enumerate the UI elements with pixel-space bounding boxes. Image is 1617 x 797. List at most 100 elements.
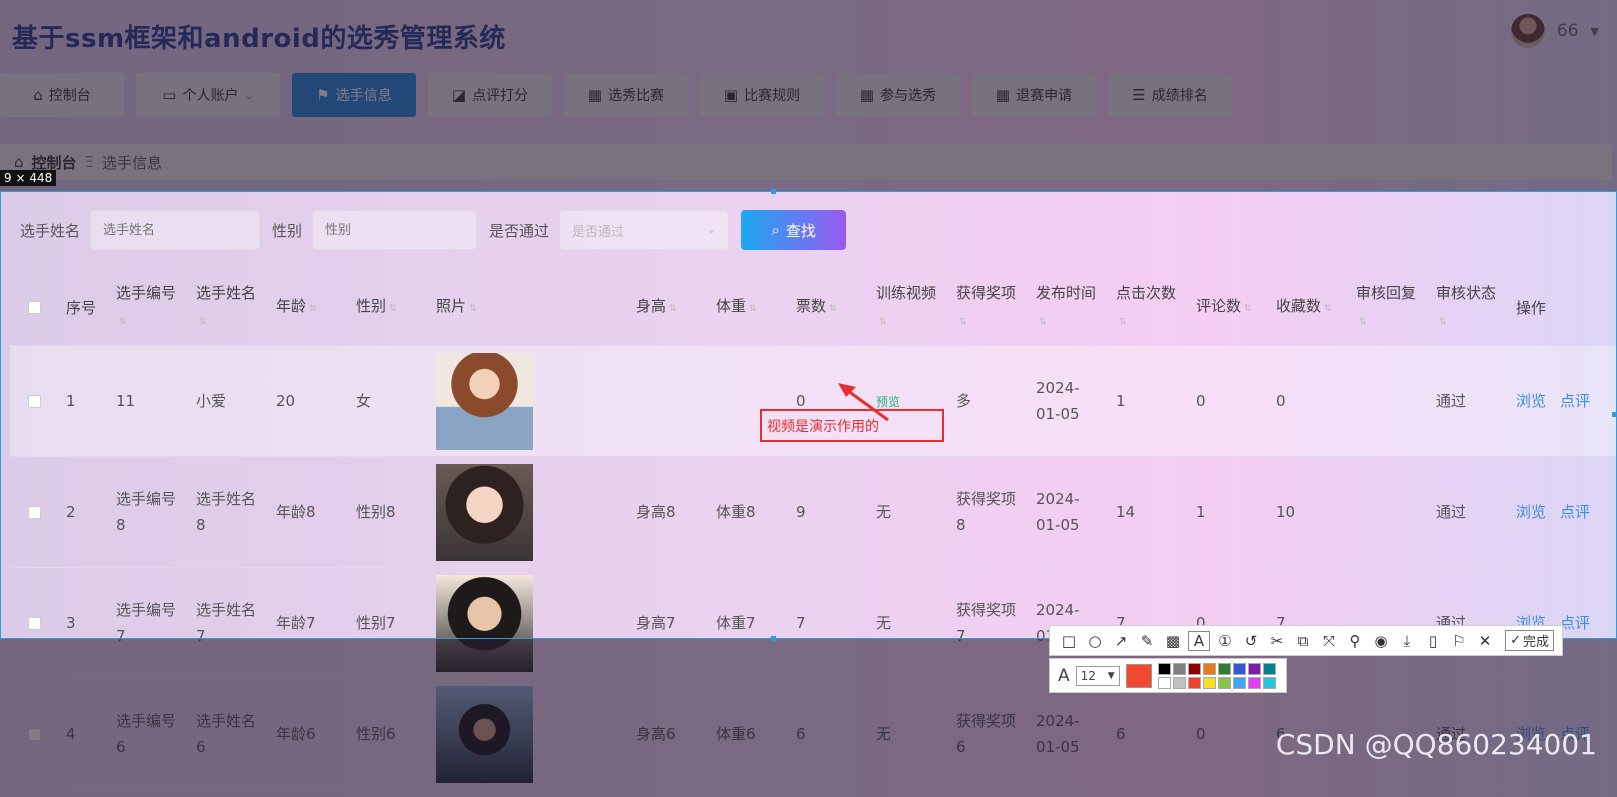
download-icon[interactable]: ⤓ xyxy=(1396,632,1418,650)
header-code[interactable]: 选手编号 ⇅ xyxy=(108,280,188,335)
header-height[interactable]: 身高 ⇅ xyxy=(628,293,708,322)
current-color-swatch[interactable] xyxy=(1125,663,1152,688)
row-checkbox[interactable] xyxy=(27,505,41,519)
circle-icon[interactable]: ○ xyxy=(1084,632,1106,650)
header-sex[interactable]: 性别 ⇅ xyxy=(348,293,428,322)
user-menu[interactable]: 66 ▼ xyxy=(1510,14,1599,48)
header-time[interactable]: 发布时间 ⇅ xyxy=(1028,280,1108,335)
color-swatch[interactable] xyxy=(1187,676,1201,689)
color-swatch[interactable] xyxy=(1232,676,1246,689)
bookmark-icon[interactable]: ⚐ xyxy=(1448,632,1470,650)
pin-icon[interactable]: ⚲ xyxy=(1344,632,1366,650)
nav-item-contestants[interactable]: ⚑ 选手信息 xyxy=(292,73,416,117)
header-name[interactable]: 选手姓名 ⇅ xyxy=(188,280,268,335)
rectangle-icon[interactable]: □ xyxy=(1058,632,1080,650)
row-checkbox[interactable] xyxy=(27,394,41,408)
color-swatch[interactable] xyxy=(1247,676,1261,689)
mosaic-icon[interactable]: ▩ xyxy=(1162,632,1184,650)
color-swatch[interactable] xyxy=(1187,662,1201,675)
color-swatch[interactable] xyxy=(1247,662,1261,675)
header-award[interactable]: 获得奖项 ⇅ xyxy=(948,280,1028,335)
cell-photo xyxy=(428,352,628,450)
cell-age: 年龄8 xyxy=(276,503,316,521)
color-swatch[interactable] xyxy=(1202,662,1216,675)
color-swatch[interactable] xyxy=(1232,662,1246,675)
color-swatch[interactable] xyxy=(1217,662,1231,675)
cell-no: 1 xyxy=(66,392,76,410)
color-swatch[interactable] xyxy=(1157,662,1171,675)
row-checkbox[interactable] xyxy=(27,727,41,741)
cell-time: 2024-01-05 xyxy=(1036,490,1080,534)
review-button[interactable]: 点评 xyxy=(1560,610,1590,636)
sort-icon: ⇅ xyxy=(309,304,317,314)
selection-handle[interactable] xyxy=(771,189,776,194)
header-weight[interactable]: 体重 ⇅ xyxy=(708,293,788,322)
record-icon[interactable]: ◉ xyxy=(1370,632,1392,650)
header-label: 选手姓名 xyxy=(196,284,257,302)
search-button-label: 查找 xyxy=(785,221,816,240)
header-label: 身高 xyxy=(636,297,667,315)
color-swatch[interactable] xyxy=(1172,662,1186,675)
header-photo[interactable]: 照片 ⇅ xyxy=(428,293,628,322)
review-button[interactable]: 点评 xyxy=(1560,499,1590,525)
cell-status: 通过 xyxy=(1436,503,1467,521)
header-no[interactable]: 序号 xyxy=(58,295,108,321)
cell-clicks: 6 xyxy=(1116,725,1126,743)
pass-select[interactable]: 是否通过 ⌄ xyxy=(559,210,730,250)
color-swatch[interactable] xyxy=(1157,676,1171,689)
nav-item-account[interactable]: ▭ 个人账户 ⌄ xyxy=(136,73,280,117)
annotation-textbox[interactable]: 视频是演示作用的 xyxy=(760,409,944,442)
font-size-select[interactable]: 12 ▼ xyxy=(1075,665,1120,686)
color-swatch[interactable] xyxy=(1262,676,1276,689)
header-favorites[interactable]: 收藏数 ⇅ xyxy=(1268,293,1348,322)
contestant-photo xyxy=(436,463,533,561)
header-status[interactable]: 审核状态 ⇅ xyxy=(1428,280,1508,335)
phone-icon[interactable]: ▯ xyxy=(1422,632,1444,650)
header-votes[interactable]: 票数 ⇅ xyxy=(788,293,868,322)
top-nav: ⌂ 控制台 ▭ 个人账户 ⌄ ⚑ 选手信息 ◪ 点评打分 ▦ 选秀比赛 ▣ 比赛… xyxy=(0,73,1244,117)
done-button[interactable]: ✓ 完成 xyxy=(1505,630,1554,651)
expand-icon[interactable]: ⤧ xyxy=(1318,632,1340,650)
nav-item-dashboard[interactable]: ⌂ 控制台 xyxy=(0,73,124,117)
nav-item-review-score[interactable]: ◪ 点评打分 xyxy=(428,73,552,117)
header-age[interactable]: 年龄 ⇅ xyxy=(268,293,348,322)
selection-handle[interactable] xyxy=(1612,412,1617,417)
review-button[interactable]: 点评 xyxy=(1560,388,1590,414)
close-icon[interactable]: ✕ xyxy=(1474,632,1496,650)
view-button[interactable]: 浏览 xyxy=(1516,388,1546,414)
nav-item-contests[interactable]: ▦ 选秀比赛 xyxy=(564,73,688,117)
nav-item-withdraw[interactable]: ▦ 退赛申请 xyxy=(972,73,1096,117)
translate-icon[interactable]: ⧉ xyxy=(1292,632,1314,650)
sort-icon: ⇅ xyxy=(959,317,967,327)
contestant-photo xyxy=(436,685,533,783)
name-search-input[interactable] xyxy=(90,210,261,250)
row-checkbox[interactable] xyxy=(27,616,41,630)
number-icon[interactable]: ① xyxy=(1214,632,1236,650)
color-swatch[interactable] xyxy=(1262,662,1276,675)
color-swatch[interactable] xyxy=(1202,676,1216,689)
header-reply[interactable]: 审核回复 ⇅ xyxy=(1348,280,1428,335)
sex-search-input[interactable] xyxy=(312,210,478,250)
scissors-icon[interactable]: ✂ xyxy=(1266,632,1288,650)
nav-item-ranking[interactable]: ☰ 成绩排名 xyxy=(1108,73,1232,117)
select-all-checkbox[interactable] xyxy=(27,301,41,314)
font-size-value: 12 xyxy=(1080,668,1096,683)
header-label: 发布时间 xyxy=(1036,284,1097,302)
nav-item-rules[interactable]: ▣ 比赛规则 xyxy=(700,73,824,117)
selection-handle[interactable] xyxy=(771,636,776,641)
nav-item-join[interactable]: ▦ 参与选秀 xyxy=(836,73,960,117)
undo-icon[interactable]: ↺ xyxy=(1240,632,1262,650)
cell-votes: 9 xyxy=(796,503,806,521)
cell-age: 年龄7 xyxy=(276,614,316,632)
color-swatch[interactable] xyxy=(1217,676,1231,689)
arrow-icon[interactable]: ↗ xyxy=(1110,632,1132,650)
view-button[interactable]: 浏览 xyxy=(1516,499,1546,525)
header-comments[interactable]: 评论数 ⇅ xyxy=(1188,293,1268,322)
cell-no: 4 xyxy=(66,725,76,743)
pencil-icon[interactable]: ✎ xyxy=(1136,632,1158,650)
text-icon[interactable]: A xyxy=(1188,630,1210,651)
search-button[interactable]: ⌕ 查找 xyxy=(741,210,847,250)
color-swatch[interactable] xyxy=(1172,676,1186,689)
header-clicks[interactable]: 点击次数 ⇅ xyxy=(1108,280,1188,335)
header-video[interactable]: 训练视频 ⇅ xyxy=(868,280,948,335)
